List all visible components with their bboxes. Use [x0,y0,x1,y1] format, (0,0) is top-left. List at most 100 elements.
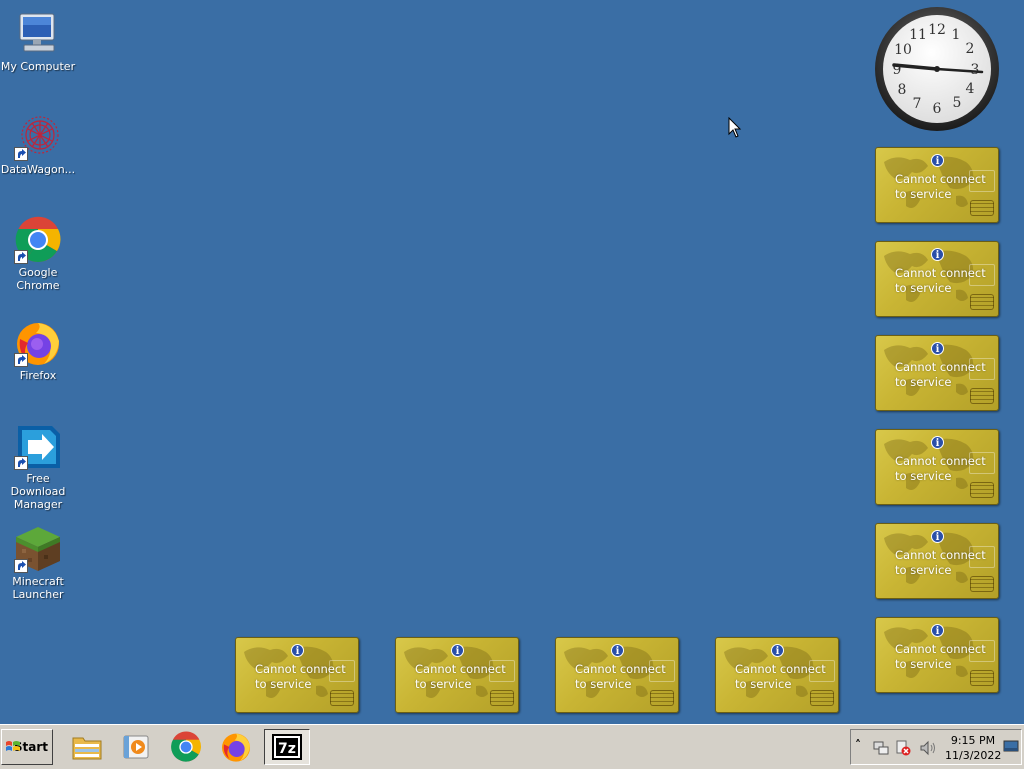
gadget-message: Cannot connect to service [895,360,986,389]
network-icon[interactable] [873,740,889,756]
taskbar-clock[interactable]: 9:15 PM 11/3/2022 [945,733,1001,763]
desktop-icon-label: DataWagon... [0,163,76,176]
currency-gadget[interactable]: i Cannot connect to service [875,241,999,317]
info-icon: i [931,248,944,261]
chip-icon [330,690,354,706]
chip-icon [970,200,994,216]
shortcut-arrow-icon [14,559,28,573]
chip-icon [970,388,994,404]
show-desktop-icon[interactable] [1003,740,1019,754]
desktop-icon-firefox[interactable]: Firefox [0,309,76,382]
chip-icon [970,670,994,686]
info-icon: i [451,644,464,657]
currency-gadget[interactable]: i Cannot connect to service [715,637,839,713]
desktop-icon-datawagon[interactable]: DataWagon... [0,103,76,176]
clock-numeral: 4 [966,81,975,97]
minecraft-icon [14,525,62,573]
gadget-message: Cannot connect to service [895,266,986,295]
chrome-taskbar-button[interactable] [168,729,204,765]
desktop-icon-label: My Computer [0,60,76,73]
currency-gadget[interactable]: i Cannot connect to service [395,637,519,713]
media-player-icon [123,735,149,759]
chip-icon [970,482,994,498]
shortcut-arrow-icon [14,147,28,161]
gadget-message: Cannot connect to service [895,172,986,201]
currency-gadget[interactable]: i Cannot connect to service [875,617,999,693]
clock-gadget[interactable]: 12 1 2 3 4 5 6 7 8 9 10 11 [874,6,1000,132]
currency-gadget[interactable]: i Cannot connect to service [875,147,999,223]
shortcut-arrow-icon [14,250,28,264]
chip-icon [650,690,674,706]
clock-date: 11/3/2022 [945,749,1002,762]
desktop-icon-label: Firefox [19,369,57,382]
chip-icon [970,576,994,592]
datawagon-icon [14,113,62,161]
desktop-icon-label: Google Chrome [16,266,60,292]
gadget-message: Cannot connect to service [895,642,986,671]
currency-gadget[interactable]: i Cannot connect to service [875,429,999,505]
clock-numeral: 11 [909,27,927,43]
desktop-icon-label: Free Download [10,472,66,498]
info-icon: i [931,530,944,543]
clock-numeral: 10 [894,42,912,58]
info-icon: i [771,644,784,657]
clock-numeral: 6 [933,101,942,117]
gadget-message: Cannot connect to service [255,662,346,691]
desktop-icon-minecraft-launcher[interactable]: Minecraft Launcher [0,515,76,601]
firefox-taskbar-button[interactable] [218,729,254,765]
chrome-icon [171,731,201,762]
clock-numeral: 7 [913,96,922,112]
chip-icon [810,690,834,706]
start-button[interactable]: Start [1,729,53,765]
file-explorer-button[interactable] [69,729,105,765]
gadget-message: Cannot connect to service [735,662,826,691]
info-icon: i [931,154,944,167]
mouse-cursor-icon [728,117,742,138]
desktop-icon-label-line2: Manager [13,498,63,511]
currency-gadget[interactable]: i Cannot connect to service [875,335,999,411]
svg-text:7z: 7z [278,741,296,757]
clock-time: 9:15 PM [950,734,996,747]
info-icon: i [931,436,944,449]
7zip-icon: 7z [272,734,302,760]
shortcut-arrow-icon [14,456,28,470]
7zip-taskbar-button[interactable]: 7z [264,729,310,765]
currency-gadget[interactable]: i Cannot connect to service [555,637,679,713]
gadget-message: Cannot connect to service [415,662,506,691]
file-explorer-icon [72,737,102,760]
gadget-message: Cannot connect to service [895,454,986,483]
security-alert-icon[interactable] [895,740,911,756]
system-tray: ˄ 9:15 PM 11/3/2022 [850,729,1022,765]
clock-numeral: 12 [928,22,946,38]
chevron-up-icon[interactable]: ˄ [855,738,861,752]
desktop-icon-google-chrome[interactable]: Google Chrome [0,206,76,292]
firefox-icon [222,733,250,762]
fdm-icon [14,422,62,470]
clock-numeral: 3 [971,62,980,78]
chip-icon [970,294,994,310]
gadget-message: Cannot connect to service [575,662,666,691]
volume-icon[interactable] [919,740,937,756]
desktop-icon-my-computer[interactable]: My Computer [0,0,76,73]
currency-gadget[interactable]: i Cannot connect to service [875,523,999,599]
clock-numeral: 1 [952,27,961,43]
chrome-icon [14,216,62,264]
windows-logo-icon [6,741,20,751]
gadget-message: Cannot connect to service [895,548,986,577]
taskbar: Start 7z ˄ 9:15 PM 11/3/2022 [0,724,1024,769]
info-icon: i [291,644,304,657]
shortcut-arrow-icon [14,353,28,367]
clock-numeral: 8 [898,82,907,98]
media-player-button[interactable] [118,729,154,765]
clock-numeral: 5 [953,95,962,111]
desktop-icon-label: Minecraft [12,575,64,588]
currency-gadget[interactable]: i Cannot connect to service [235,637,359,713]
desktop-icon-free-download-manager[interactable]: Free Download Manager [0,412,76,511]
chip-icon [490,690,514,706]
info-icon: i [931,624,944,637]
info-icon: i [611,644,624,657]
desktop-icon-label-line2: Launcher [12,588,64,601]
my-computer-icon [14,10,62,58]
clock-numeral: 2 [966,41,975,57]
firefox-icon [14,319,62,367]
